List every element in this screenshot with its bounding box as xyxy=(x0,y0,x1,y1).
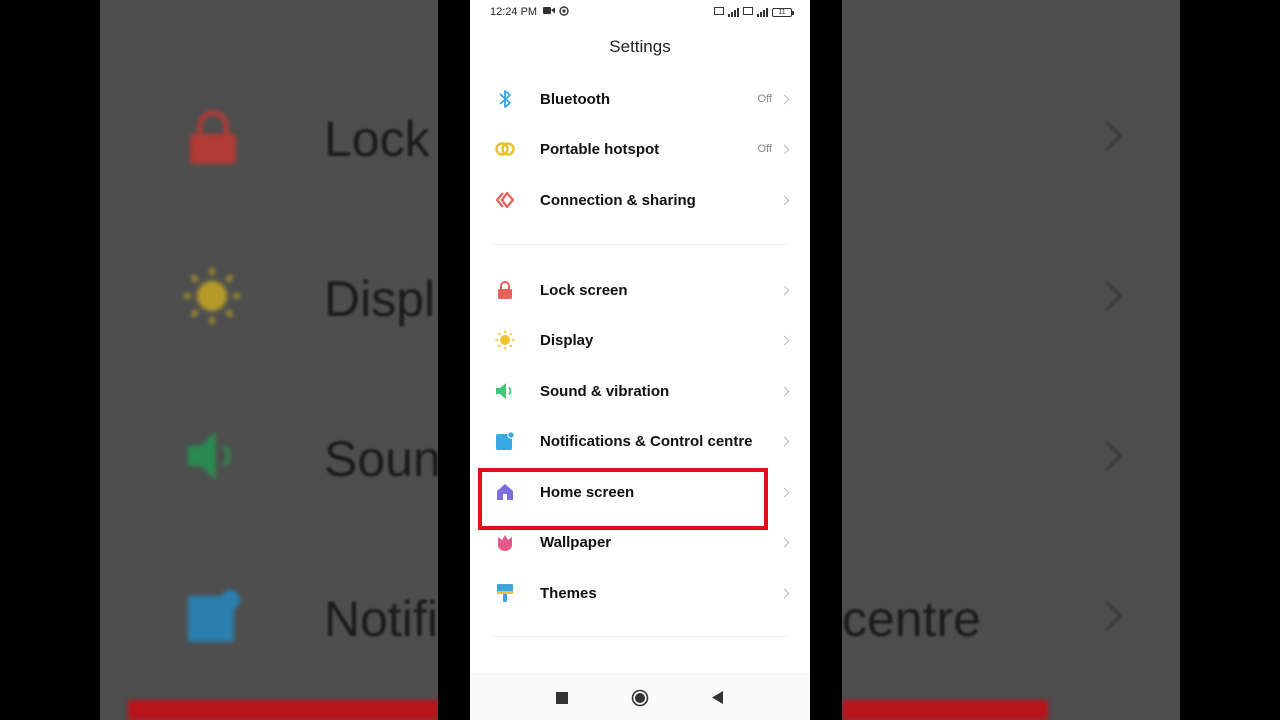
settings-item-label: Bluetooth xyxy=(540,90,610,108)
group-divider xyxy=(492,244,788,245)
group-divider xyxy=(492,636,788,637)
chevron-right-icon xyxy=(1091,440,1123,472)
status-time: 12:24 PM xyxy=(490,6,538,18)
navigation-bar xyxy=(470,674,810,720)
battery-icon: 11 xyxy=(772,7,794,17)
phone-border-right xyxy=(810,0,842,720)
chevron-right-icon xyxy=(779,386,790,396)
chevron-right-icon xyxy=(779,588,790,598)
speaker-icon xyxy=(494,380,516,402)
lock-icon xyxy=(494,279,516,301)
background-highlight-bar xyxy=(842,700,1048,720)
chevron-right-icon xyxy=(779,94,790,104)
settings-item-label: Lock screen xyxy=(540,281,628,299)
settings-item-value: Off xyxy=(757,93,772,105)
settings-item-portable-hotspot[interactable]: Portable hotspot Off xyxy=(470,124,810,174)
background-highlight-bar xyxy=(128,700,438,720)
settings-item-bluetooth[interactable]: Bluetooth Off xyxy=(470,74,810,124)
notification-icon xyxy=(188,590,240,647)
chevron-right-icon xyxy=(779,537,790,547)
volte-icon xyxy=(743,7,753,17)
lock-icon xyxy=(188,110,238,171)
hotspot-icon xyxy=(494,138,516,160)
settings-item-label: Sound & vibration xyxy=(540,382,670,400)
background-label: Notifi xyxy=(324,591,438,647)
chevron-right-icon xyxy=(779,195,790,205)
wallpaper-icon xyxy=(494,531,516,553)
background-label: Lock xyxy=(324,111,430,167)
notification-icon xyxy=(494,430,516,452)
signal-icon xyxy=(728,7,739,17)
page-title: Settings xyxy=(609,37,671,56)
chevron-right-icon xyxy=(779,335,790,345)
phone-screen: 12:24 PM 11 Settings Bluetooth Off Porta… xyxy=(470,0,810,720)
speaker-icon xyxy=(186,428,242,489)
settings-item-label: Display xyxy=(540,331,594,349)
background-label: Soun xyxy=(324,431,438,487)
settings-item-themes[interactable]: Themes xyxy=(470,568,810,618)
background-label: centre xyxy=(842,591,981,647)
volte-icon xyxy=(714,7,724,17)
recents-button[interactable] xyxy=(550,686,574,710)
status-bar: 12:24 PM 11 xyxy=(490,4,794,20)
home-button[interactable] xyxy=(628,686,652,710)
settings-item-connection-sharing[interactable]: Connection & sharing xyxy=(470,175,810,225)
video-call-icon xyxy=(543,6,556,18)
chevron-right-icon xyxy=(1091,600,1123,632)
chevron-right-icon xyxy=(779,285,790,295)
settings-item-sound-vibration[interactable]: Sound & vibration xyxy=(470,366,810,416)
settings-item-label: Themes xyxy=(540,584,597,602)
chevron-right-icon xyxy=(779,487,790,497)
background-label: Displ xyxy=(324,271,436,327)
whatsapp-icon xyxy=(559,5,569,19)
themes-icon xyxy=(494,582,516,604)
settings-item-label: Wallpaper xyxy=(540,533,612,551)
chevron-right-icon xyxy=(779,144,790,154)
signal-icon xyxy=(757,7,768,17)
settings-item-notifications-control-centre[interactable]: Notifications & Control centre xyxy=(470,416,810,466)
chevron-right-icon xyxy=(1091,280,1123,312)
settings-item-lock-screen[interactable]: Lock screen xyxy=(470,265,810,315)
settings-item-label: Notifications & Control centre xyxy=(540,432,753,450)
background-blur-left: Lock Displ Soun Notifi xyxy=(100,0,438,720)
back-button[interactable] xyxy=(706,686,730,710)
chevron-right-icon xyxy=(1091,120,1123,152)
chevron-right-icon xyxy=(779,436,790,446)
settings-item-label: Portable hotspot xyxy=(540,140,660,158)
settings-item-value: Off xyxy=(757,143,772,155)
phone-border-left xyxy=(438,0,470,720)
sun-icon xyxy=(494,329,516,351)
bluetooth-icon xyxy=(494,88,516,110)
background-blur-right: centre xyxy=(842,0,1180,720)
settings-item-label: Connection & sharing xyxy=(540,191,696,209)
settings-item-display[interactable]: Display xyxy=(470,315,810,365)
home-screen-highlight-box xyxy=(478,468,768,530)
sun-icon xyxy=(182,266,242,331)
connection-icon xyxy=(494,189,516,211)
